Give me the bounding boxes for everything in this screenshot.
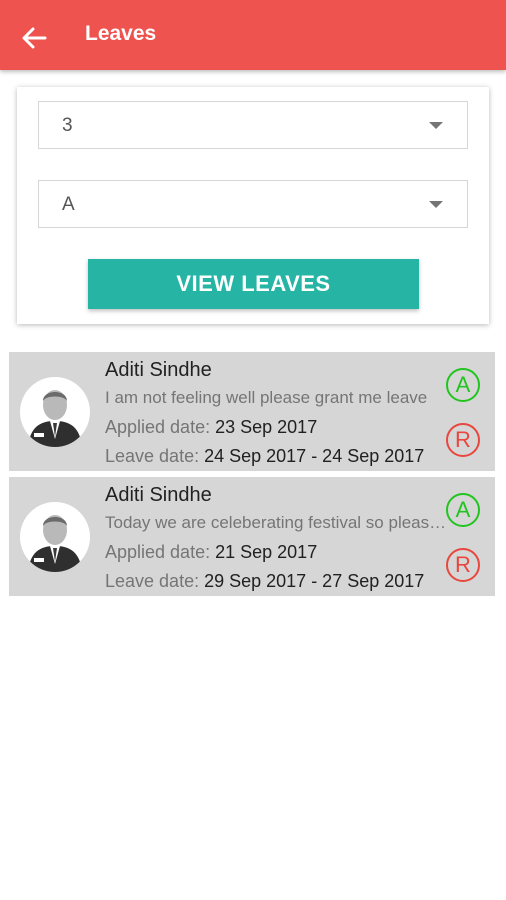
employee-name: Aditi Sindhe (105, 359, 212, 381)
filter-card: 3 A VIEW LEAVES (17, 87, 489, 324)
applied-date-label: Applied date: (105, 417, 211, 437)
leave-card: Aditi Sindhe I am not feeling well pleas… (9, 352, 495, 471)
leave-date-label: Leave date: (105, 571, 200, 591)
avatar (20, 377, 90, 447)
applied-date-label: Applied date: (105, 542, 211, 562)
class-select[interactable]: 3 (38, 101, 468, 149)
applied-date-value: 23 Sep 2017 (215, 417, 318, 437)
leave-date-row: Leave date: 24 Sep 2017 - 24 Sep 2017 (105, 446, 424, 467)
leave-date-label: Leave date: (105, 446, 200, 466)
avatar (20, 502, 90, 572)
arrow-left-icon (22, 27, 47, 49)
leave-reason: Today we are celeberating festival so pl… (105, 513, 447, 532)
app-bar: Leaves (0, 0, 506, 70)
applied-date-value: 21 Sep 2017 (215, 542, 318, 562)
employee-name: Aditi Sindhe (105, 484, 212, 506)
section-select[interactable]: A (38, 180, 468, 228)
applied-date-row: Applied date: 21 Sep 2017 (105, 542, 317, 563)
page-title: Leaves (85, 22, 157, 45)
leave-card: Aditi Sindhe Today we are celeberating f… (9, 477, 495, 596)
back-button[interactable] (14, 18, 54, 58)
view-leaves-button[interactable]: VIEW LEAVES (88, 259, 419, 309)
approve-button[interactable]: A (446, 493, 480, 527)
reject-button[interactable]: R (446, 423, 480, 457)
applied-date-row: Applied date: 23 Sep 2017 (105, 417, 317, 438)
leave-date-value: 24 Sep 2017 - 24 Sep 2017 (204, 446, 425, 466)
leave-date-row: Leave date: 29 Sep 2017 - 27 Sep 2017 (105, 571, 424, 592)
user-avatar-icon (28, 390, 82, 447)
leave-date-value: 29 Sep 2017 - 27 Sep 2017 (204, 571, 425, 591)
user-avatar-icon (28, 515, 82, 572)
dropdown-caret-icon (429, 122, 443, 129)
dropdown-caret-icon (429, 201, 443, 208)
leave-reason: I am not feeling well please grant me le… (105, 388, 428, 407)
reject-button[interactable]: R (446, 548, 480, 582)
class-select-value: 3 (62, 115, 73, 136)
approve-button[interactable]: A (446, 368, 480, 402)
section-select-value: A (62, 194, 75, 215)
